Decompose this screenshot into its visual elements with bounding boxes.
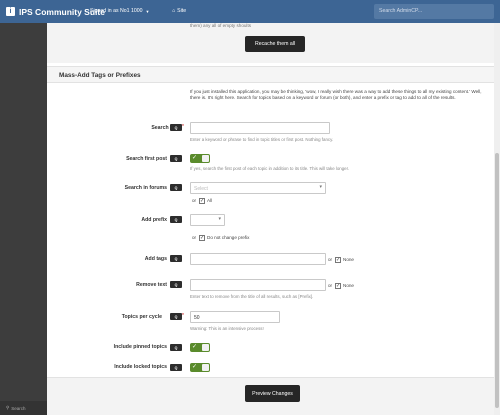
search-first-post-desc: If yes, search the first post of each to… — [190, 166, 350, 171]
remove-text-desc: Enter text to remove from the title of a… — [190, 294, 314, 299]
forums-select-placeholder: Select — [194, 185, 208, 192]
help-badge[interactable]: Q — [170, 255, 182, 262]
include-locked-toggle[interactable]: ✓ — [190, 363, 210, 372]
scrollbar[interactable] — [494, 23, 500, 415]
check-icon: ✓ — [192, 344, 198, 350]
section-intro: If you just installed this application, … — [190, 89, 482, 101]
topics-per-cycle-desc: Warning: This is an intensive process! — [190, 326, 264, 331]
required-marker: * — [182, 124, 184, 130]
home-icon: ⌂ — [172, 8, 176, 14]
main-content: them) any all of empty shoults Recache t… — [47, 23, 494, 415]
sidebar: ⚲ Search — [0, 23, 47, 415]
signed-in-label: Signed in as No1 1000 — [90, 8, 143, 14]
site-link[interactable]: ⌂ Site — [172, 8, 186, 14]
chevron-down-icon: ▾ — [319, 184, 322, 190]
no-change-prefix-checkbox[interactable]: ✓ — [199, 235, 205, 241]
include-locked-label: Include locked topics — [114, 364, 167, 370]
help-badge[interactable]: Q — [170, 313, 182, 320]
previous-section-text: them) any all of empty shoults — [190, 23, 252, 28]
user-menu[interactable]: Signed in as No1 1000 ▼ — [90, 8, 149, 14]
search-in-forums-label: Search in forums — [124, 185, 167, 191]
top-bar: i IPS Community Suite Signed in as No1 1… — [0, 0, 500, 23]
include-pinned-toggle[interactable]: ✓ — [190, 343, 210, 352]
preview-changes-button[interactable]: Preview Changes — [245, 385, 300, 402]
add-tags-input[interactable] — [190, 253, 326, 265]
recache-button[interactable]: Recache them all — [245, 36, 305, 52]
search-icon: ⚲ — [6, 405, 10, 410]
tags-none-checkbox[interactable]: ✓ — [335, 257, 341, 263]
check-icon: ✓ — [192, 364, 198, 370]
topics-per-cycle-label: Topics per cycle — [121, 314, 162, 320]
no-change-prefix-label: Do not change prefix — [207, 235, 250, 240]
include-pinned-label: Include pinned topics — [113, 344, 167, 350]
add-prefix-label: Add prefix — [141, 217, 167, 223]
help-badge[interactable]: Q — [170, 281, 182, 288]
search-for-desc: Enter a keyword or phrase to find in top… — [190, 137, 334, 142]
section-title: Mass-Add Tags or Prefixes — [59, 72, 141, 79]
section-header: Mass-Add Tags or Prefixes — [47, 66, 494, 83]
sidebar-search-label: Search — [11, 405, 26, 411]
tags-none-label: None — [343, 257, 354, 262]
sidebar-search[interactable]: ⚲ Search — [0, 401, 47, 415]
remove-text-input[interactable] — [190, 279, 326, 291]
or-label: or — [192, 198, 197, 203]
or-label: or — [192, 235, 197, 240]
check-icon: ✓ — [192, 155, 198, 161]
search-for-label: Search for — [151, 125, 177, 131]
search-first-post-label: Search first post — [126, 156, 167, 162]
help-badge[interactable]: Q — [170, 344, 182, 351]
search-for-input[interactable] — [190, 122, 330, 134]
search-first-post-toggle[interactable]: ✓ — [190, 154, 210, 163]
or-label: or — [328, 283, 333, 288]
forums-select[interactable]: Select ▾ — [190, 182, 326, 194]
remove-none-label: None — [343, 283, 354, 288]
remove-none-checkbox[interactable]: ✓ — [335, 283, 341, 289]
remove-text-label: Remove text — [136, 282, 167, 288]
prefix-select[interactable]: ▾ — [190, 214, 225, 226]
help-badge[interactable]: Q — [170, 155, 182, 162]
form-footer: Preview Changes — [47, 377, 494, 415]
chevron-down-icon: ▾ — [218, 216, 221, 222]
or-label: or — [328, 257, 333, 262]
help-badge[interactable]: Q — [170, 216, 182, 223]
add-tags-label: Add tags — [144, 256, 167, 262]
required-marker: * — [182, 313, 184, 319]
admin-search-input[interactable]: Search AdminCP... — [374, 4, 494, 19]
previous-section: them) any all of empty shoults Recache t… — [47, 23, 494, 63]
help-badge[interactable]: Q — [170, 124, 182, 131]
help-badge[interactable]: Q — [170, 364, 182, 371]
site-label: Site — [177, 8, 187, 14]
topics-per-cycle-input[interactable]: 50 — [190, 311, 280, 323]
forums-all-checkbox[interactable]: ✓ — [199, 198, 205, 204]
chevron-down-icon: ▼ — [145, 8, 150, 14]
help-badge[interactable]: Q — [170, 184, 182, 191]
scrollbar-thumb[interactable] — [495, 153, 499, 408]
ips-logo-icon: i — [6, 7, 15, 16]
forums-all-label: All — [207, 198, 213, 203]
